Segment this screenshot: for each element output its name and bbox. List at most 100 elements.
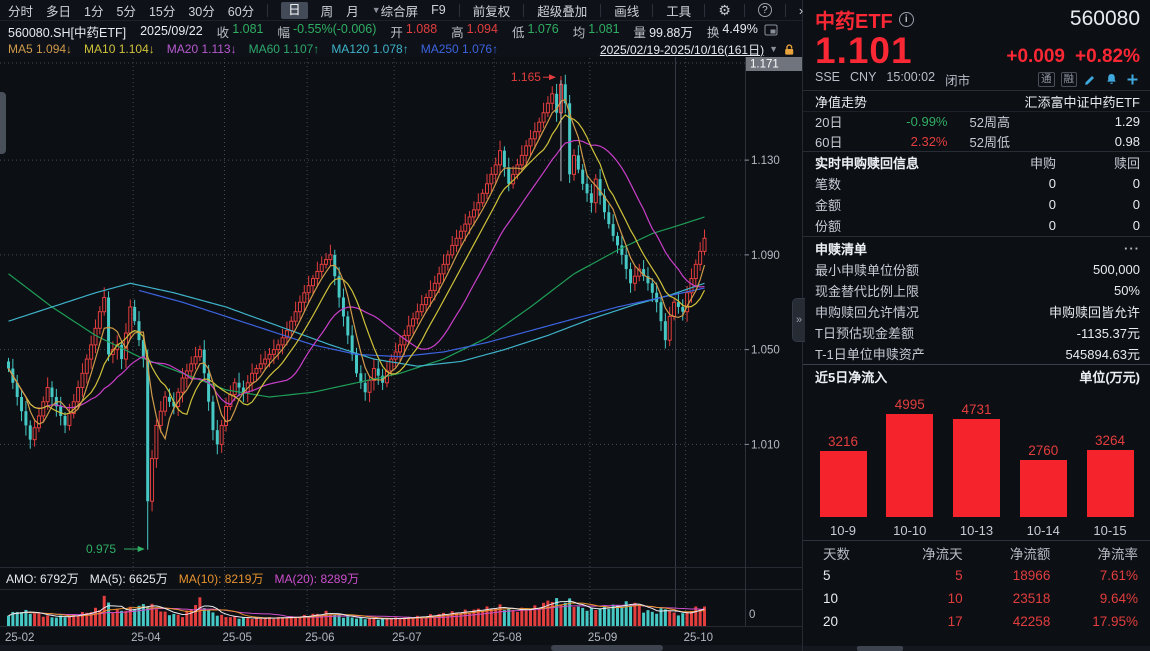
menu-item-周[interactable]: 周 xyxy=(321,1,334,20)
menu-item-画线[interactable]: 画线 xyxy=(614,1,639,20)
table-cell: 42258 xyxy=(963,614,1051,629)
table-row: 20174225817.95% xyxy=(803,610,1150,633)
ma-legend-MA10: MA10 1.104↓ xyxy=(84,42,155,56)
quote-field-开: 开1.088 xyxy=(390,22,437,41)
flow-bar xyxy=(953,419,1000,517)
volume-legend-MA10: MA(10): 8219万 xyxy=(179,570,264,587)
chart-frame xyxy=(0,57,802,627)
chart-horizontal-scrollbar[interactable] xyxy=(0,645,802,651)
scrollbar-thumb[interactable] xyxy=(551,645,663,651)
flow-section-header: 近5日净流入 单位(万元) xyxy=(803,364,1150,388)
panel-collapse-handle[interactable]: » xyxy=(792,298,805,342)
pip-window-icon[interactable] xyxy=(764,24,778,39)
field-label: 低 xyxy=(512,22,525,41)
field-label: 换 xyxy=(707,22,720,41)
menu-item-超级叠加[interactable]: 超级叠加 xyxy=(537,1,587,20)
quote-field-均: 均1.081 xyxy=(573,22,620,41)
pcf-list-header: 申赎清单 ··· xyxy=(803,236,1150,259)
ma-legend-MA250: MA250 1.076↑ xyxy=(421,42,498,56)
menu-item-综合屏[interactable]: 综合屏 xyxy=(381,1,419,20)
table-cell: 5 xyxy=(875,568,963,583)
chevron-right-icon[interactable]: › xyxy=(799,3,803,18)
price-change: +0.009 xyxy=(1006,46,1065,68)
scrollbar-thumb[interactable] xyxy=(857,646,903,651)
quote-field-高: 高1.094 xyxy=(451,22,498,41)
menu-item-F9[interactable]: F9 xyxy=(431,3,446,17)
more-button[interactable]: ··· xyxy=(1124,241,1140,256)
field-label: 收 xyxy=(217,22,230,41)
svg-text:1.171: 1.171 xyxy=(750,59,779,71)
chevron-down-icon[interactable]: ▼ xyxy=(769,44,778,54)
flow-bar xyxy=(1087,450,1134,517)
menu-item-1分[interactable]: 1分 xyxy=(84,1,103,20)
field-value: 99.88万 xyxy=(649,22,693,41)
menu-divider xyxy=(704,4,705,17)
table-header-cell: 净流天 xyxy=(875,543,963,563)
menu-item-多日[interactable]: 多日 xyxy=(46,1,71,20)
quote-field-收: 收1.081 xyxy=(217,22,264,41)
quote-row: 560080.SH[中药ETF]2025/09/22收1.081幅-0.55%(… xyxy=(0,21,802,41)
badge-margin-通: 通 xyxy=(1038,72,1055,87)
nav-trend-label: 净值走势 xyxy=(815,92,867,111)
date-range-selector[interactable]: 2025/02/19-2025/10/16(161日) ▼ xyxy=(600,41,796,58)
volume-zero-label: 0 xyxy=(749,609,755,621)
fund-full-name: 汇添富中证中药ETF xyxy=(1024,92,1140,111)
menu-item-60分[interactable]: 60分 xyxy=(228,1,254,20)
flow-bar-date: 10-10 xyxy=(893,517,926,538)
menu-item-5分[interactable]: 5分 xyxy=(116,1,135,20)
etf-code: 560080 xyxy=(1070,7,1140,31)
svg-text:25-09: 25-09 xyxy=(588,632,617,644)
ma-legend-MA120: MA120 1.078↑ xyxy=(331,42,408,56)
period-dropdown-icon[interactable]: ▼ xyxy=(372,5,381,15)
table-cell: 10 xyxy=(815,591,875,606)
list-row-min-unit: 最小申赎单位份额500,000 xyxy=(803,259,1150,280)
flow-bar-column: 321610-9 xyxy=(817,390,869,538)
menu-item-工具[interactable]: 工具 xyxy=(666,1,691,20)
nav-trend-row[interactable]: 净值走势 汇添富中证中药ETF xyxy=(803,90,1150,111)
menu-divider xyxy=(785,4,786,17)
ma-legend-MA60: MA60 1.107↑ xyxy=(249,42,320,56)
svg-text:25-07: 25-07 xyxy=(392,632,421,644)
menu-item-月[interactable]: 月 xyxy=(346,1,359,20)
add-plus-icon[interactable] xyxy=(1125,72,1140,87)
market-status: 闭市 xyxy=(945,70,970,89)
menu-item-前复权[interactable]: 前复权 xyxy=(473,1,511,20)
net-inflow-table: 天数净流天净流额净流率55189667.61%1010235189.64%201… xyxy=(803,540,1150,633)
realtime-row-amount: 金额 0 0 xyxy=(803,194,1150,215)
menu-item-分时[interactable]: 分时 xyxy=(8,1,33,20)
menu-divider xyxy=(744,4,745,17)
menubar: 分时多日 1分 5分 15分 30分 60分 日周月 ▼ 综合屏 F9 前复权 超级叠加 画线 工具 ⚙?… xyxy=(0,0,802,21)
list-row-allow: 申购赎回允许情况申购赎回皆允许 xyxy=(803,301,1150,322)
help-icon[interactable]: ? xyxy=(758,3,772,17)
table-row: 1010235189.64% xyxy=(803,587,1150,610)
panel-horizontal-scrollbar[interactable] xyxy=(803,646,1150,651)
flow-bar-value: 4731 xyxy=(961,402,991,419)
chart-section: 1.1711.1301.0901.0501.010025-0225-0425-0… xyxy=(0,0,802,651)
svg-text:1.090: 1.090 xyxy=(751,250,780,262)
list-row-t1-asset: T-1日单位申赎资产545894.63元 xyxy=(803,343,1150,364)
info-icon[interactable]: i xyxy=(899,12,914,27)
field-label: 幅 xyxy=(277,22,290,41)
left-panel-grip[interactable] xyxy=(0,92,6,154)
svg-text:25-04: 25-04 xyxy=(131,632,161,644)
alert-bell-icon[interactable] xyxy=(1104,72,1119,87)
field-value: 1.094 xyxy=(467,22,498,41)
realtime-row-shares: 份额 0 0 xyxy=(803,215,1150,236)
ma-legend-row: MA5 1.094↓MA10 1.104↓MA20 1.113↓MA60 1.1… xyxy=(0,41,802,57)
candlestick-chart[interactable]: 1.1711.1301.0901.0501.010025-0225-0425-0… xyxy=(0,0,802,651)
price-change-pct: +0.82% xyxy=(1075,46,1140,68)
unlock-icon[interactable] xyxy=(783,43,796,56)
volume-legend: AMO: 6792万MA(5): 6625万MA(10): 8219万MA(20… xyxy=(6,570,359,587)
menu-divider xyxy=(459,4,460,17)
table-cell: 17.95% xyxy=(1050,614,1138,629)
menu-item-30分[interactable]: 30分 xyxy=(188,1,214,20)
edit-pencil-icon[interactable] xyxy=(1083,72,1098,87)
field-label: 开 xyxy=(390,22,403,41)
svg-text:1.165: 1.165 xyxy=(511,70,541,84)
ma-legend: MA5 1.094↓MA10 1.104↓MA20 1.113↓MA60 1.1… xyxy=(8,42,498,56)
menu-item-日[interactable]: 日 xyxy=(281,2,308,19)
menu-item-15分[interactable]: 15分 xyxy=(149,1,175,20)
flow-bar-column: 499510-10 xyxy=(884,390,936,538)
settings-gear-icon[interactable]: ⚙ xyxy=(718,2,731,19)
etf-name: 中药ETF xyxy=(815,5,893,34)
